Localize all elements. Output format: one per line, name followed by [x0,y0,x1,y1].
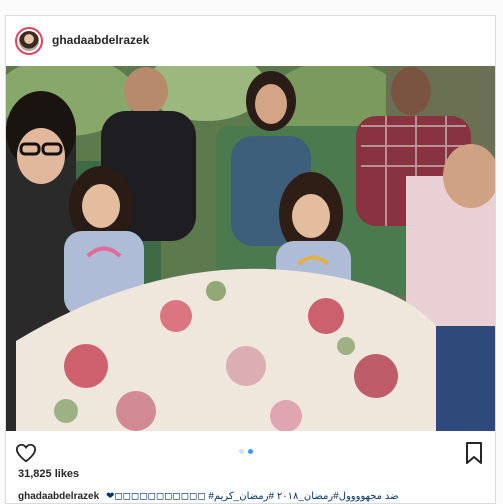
post-username[interactable]: ghadaabdelrazek [52,33,149,47]
caption-username[interactable]: ghadaabdelrazek [18,491,99,502]
post-caption: ghadaabdelrazek ضد مجهوووول#رمضان_٢٠١٨ #… [18,491,488,502]
carousel-dot[interactable] [239,449,244,454]
person-head [82,184,120,228]
person-head [292,194,330,238]
person-head [17,128,65,184]
like-count[interactable]: 31,825 likes [18,468,79,480]
caption-text: ضد مجهوووول#رمضان_٢٠١٨ #رمضان_كريم# ◻◻◻◻… [105,491,399,502]
post-photo-scene [6,66,495,431]
person-head [124,67,168,115]
post-photo[interactable] [6,66,495,431]
carousel-dot-active[interactable] [248,449,253,454]
avatar-image [19,31,39,51]
person-jeans [431,326,495,431]
bookmark-icon[interactable] [465,442,483,464]
post-card: ghadaabdelrazek 31,825 likes ghadaabdelr… [5,15,496,504]
post-actions [6,438,495,468]
carousel-indicator [239,449,253,454]
person-head [255,84,287,124]
person-head [391,67,431,115]
avatar[interactable] [15,27,43,55]
heart-icon[interactable] [15,442,37,464]
post-header: ghadaabdelrazek [6,16,495,65]
